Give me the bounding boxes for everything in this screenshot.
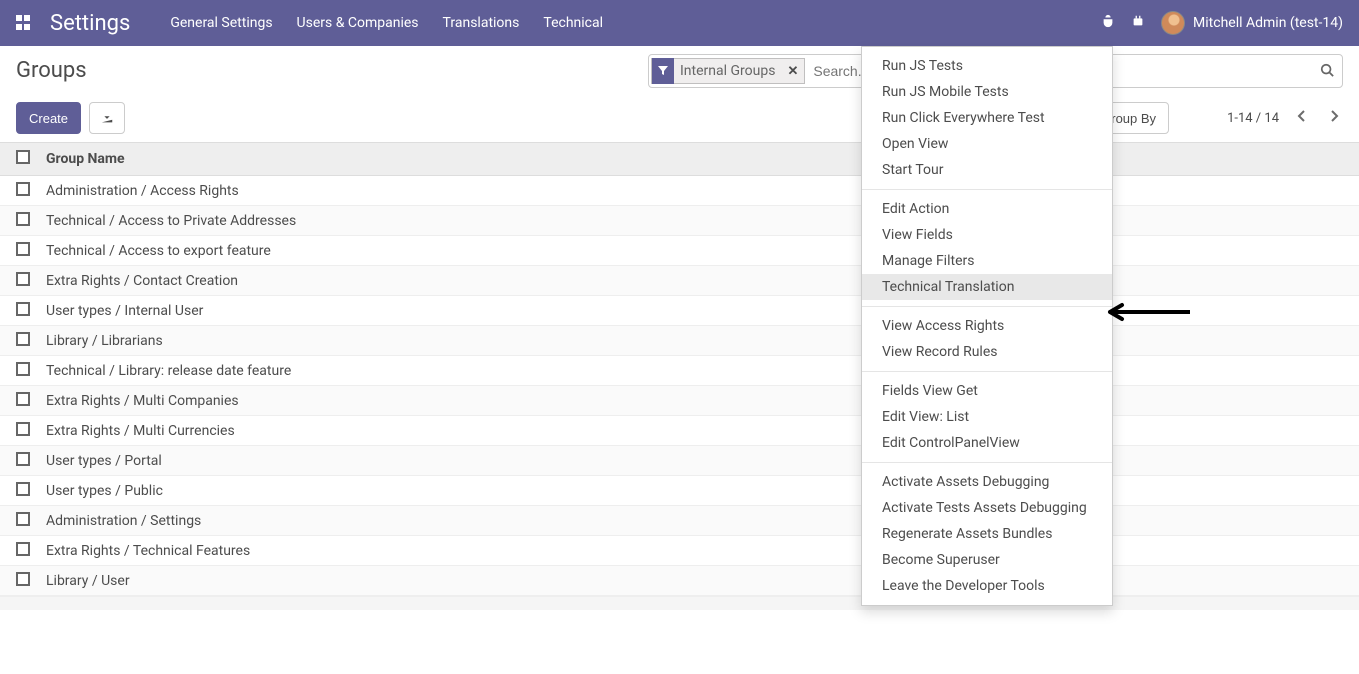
row-label: Extra Rights / Multi Currencies: [46, 423, 235, 439]
funnel-icon: [652, 58, 674, 84]
row-checkbox[interactable]: [16, 212, 30, 226]
row-checkbox[interactable]: [16, 422, 30, 436]
row-label: User types / Portal: [46, 453, 162, 469]
nav-users-companies[interactable]: Users & Companies: [297, 15, 419, 31]
table-row[interactable]: Extra Rights / Technical Features: [0, 536, 1359, 566]
breadcrumb: Groups: [16, 54, 648, 83]
navbar: Settings General Settings Users & Compan…: [0, 0, 1359, 46]
menu-item[interactable]: Manage Filters: [862, 248, 1112, 274]
menu-item[interactable]: Activate Assets Debugging: [862, 469, 1112, 495]
table-row[interactable]: Extra Rights / Contact Creation: [0, 266, 1359, 296]
row-label: Administration / Settings: [46, 513, 201, 529]
menu-item[interactable]: Edit ControlPanelView: [862, 430, 1112, 456]
row-checkbox[interactable]: [16, 572, 30, 586]
row-checkbox[interactable]: [16, 242, 30, 256]
table-row[interactable]: Technical / Library: release date featur…: [0, 356, 1359, 386]
search-facet: Internal Groups ✕: [651, 58, 805, 84]
apps-icon[interactable]: [16, 15, 32, 31]
table-row[interactable]: Extra Rights / Multi Companies: [0, 386, 1359, 416]
search-icon[interactable]: [1314, 62, 1334, 81]
table-row[interactable]: User types / Public: [0, 476, 1359, 506]
annotation-arrow: [1100, 302, 1190, 326]
row-checkbox[interactable]: [16, 302, 30, 316]
row-label: Extra Rights / Technical Features: [46, 543, 250, 559]
row-checkbox[interactable]: [16, 332, 30, 346]
row-label: Library / Librarians: [46, 333, 163, 349]
row-label: User types / Public: [46, 483, 163, 499]
table-row[interactable]: Library / User: [0, 566, 1359, 596]
menu-divider: [862, 306, 1112, 307]
control-panel: Groups Internal Groups ✕ Create: [0, 46, 1359, 138]
app-brand[interactable]: Settings: [50, 11, 130, 36]
menu-item[interactable]: Run JS Mobile Tests: [862, 79, 1112, 105]
row-checkbox[interactable]: [16, 482, 30, 496]
row-label: Extra Rights / Contact Creation: [46, 273, 238, 289]
menu-item[interactable]: View Record Rules: [862, 339, 1112, 365]
row-label: Library / User: [46, 573, 130, 589]
table-row[interactable]: User types / Portal: [0, 446, 1359, 476]
list-footer: [0, 596, 1359, 610]
row-checkbox[interactable]: [16, 272, 30, 286]
table-row[interactable]: Administration / Settings: [0, 506, 1359, 536]
menu-item[interactable]: Start Tour: [862, 157, 1112, 183]
developer-menu: Run JS TestsRun JS Mobile TestsRun Click…: [861, 46, 1113, 606]
menu-item[interactable]: Open View: [862, 131, 1112, 157]
table-row[interactable]: Technical / Access to export feature: [0, 236, 1359, 266]
table-row[interactable]: Administration / Access Rights: [0, 176, 1359, 206]
table-row[interactable]: Technical / Access to Private Addresses: [0, 206, 1359, 236]
row-checkbox[interactable]: [16, 392, 30, 406]
menu-divider: [862, 462, 1112, 463]
nav-general-settings[interactable]: General Settings: [170, 15, 272, 31]
nav-translations[interactable]: Translations: [443, 15, 520, 31]
menu-item[interactable]: Edit View: List: [862, 404, 1112, 430]
facet-remove[interactable]: ✕: [781, 64, 804, 79]
row-label: Extra Rights / Multi Companies: [46, 393, 239, 409]
menu-item[interactable]: Run JS Tests: [862, 53, 1112, 79]
row-label: Technical / Library: release date featur…: [46, 363, 291, 379]
user-name: Mitchell Admin (test-14): [1193, 15, 1343, 31]
export-button[interactable]: [89, 102, 125, 134]
row-checkbox[interactable]: [16, 542, 30, 556]
row-checkbox[interactable]: [16, 452, 30, 466]
row-label: Technical / Access to Private Addresses: [46, 213, 296, 229]
menu-item[interactable]: Run Click Everywhere Test: [862, 105, 1112, 131]
column-header-name[interactable]: Group Name: [46, 151, 125, 167]
row-label: User types / Internal User: [46, 303, 203, 319]
list-header: Group Name: [0, 142, 1359, 176]
nav-technical[interactable]: Technical: [543, 15, 603, 31]
menu-item[interactable]: Leave the Developer Tools: [862, 573, 1112, 599]
menu-divider: [862, 371, 1112, 372]
pager-next[interactable]: [1325, 109, 1343, 127]
table-row[interactable]: Library / Librarians: [0, 326, 1359, 356]
menu-item[interactable]: Activate Tests Assets Debugging: [862, 495, 1112, 521]
list-view: Group Name Administration / Access Right…: [0, 142, 1359, 610]
menu-item[interactable]: Become Superuser: [862, 547, 1112, 573]
menu-item[interactable]: Technical Translation: [862, 274, 1112, 300]
user-menu[interactable]: Mitchell Admin (test-14): [1161, 11, 1343, 35]
menu-item[interactable]: Regenerate Assets Bundles: [862, 521, 1112, 547]
row-checkbox[interactable]: [16, 512, 30, 526]
row-label: Technical / Access to export feature: [46, 243, 271, 259]
pager[interactable]: 1-14 / 14: [1227, 111, 1279, 126]
facet-label: Internal Groups: [674, 63, 781, 79]
bug-icon[interactable]: [1101, 14, 1115, 32]
menu-item[interactable]: Edit Action: [862, 196, 1112, 222]
avatar: [1161, 11, 1185, 35]
debug-icon[interactable]: [1131, 14, 1145, 32]
nav-menu: General Settings Users & Companies Trans…: [170, 15, 1101, 31]
table-row[interactable]: Extra Rights / Multi Currencies: [0, 416, 1359, 446]
menu-divider: [862, 189, 1112, 190]
select-all-checkbox[interactable]: [16, 150, 30, 164]
row-checkbox[interactable]: [16, 362, 30, 376]
menu-item[interactable]: View Fields: [862, 222, 1112, 248]
row-label: Administration / Access Rights: [46, 183, 239, 199]
menu-item[interactable]: Fields View Get: [862, 378, 1112, 404]
row-checkbox[interactable]: [16, 182, 30, 196]
menu-item[interactable]: View Access Rights: [862, 313, 1112, 339]
pager-prev[interactable]: [1293, 109, 1311, 127]
create-button[interactable]: Create: [16, 102, 81, 134]
